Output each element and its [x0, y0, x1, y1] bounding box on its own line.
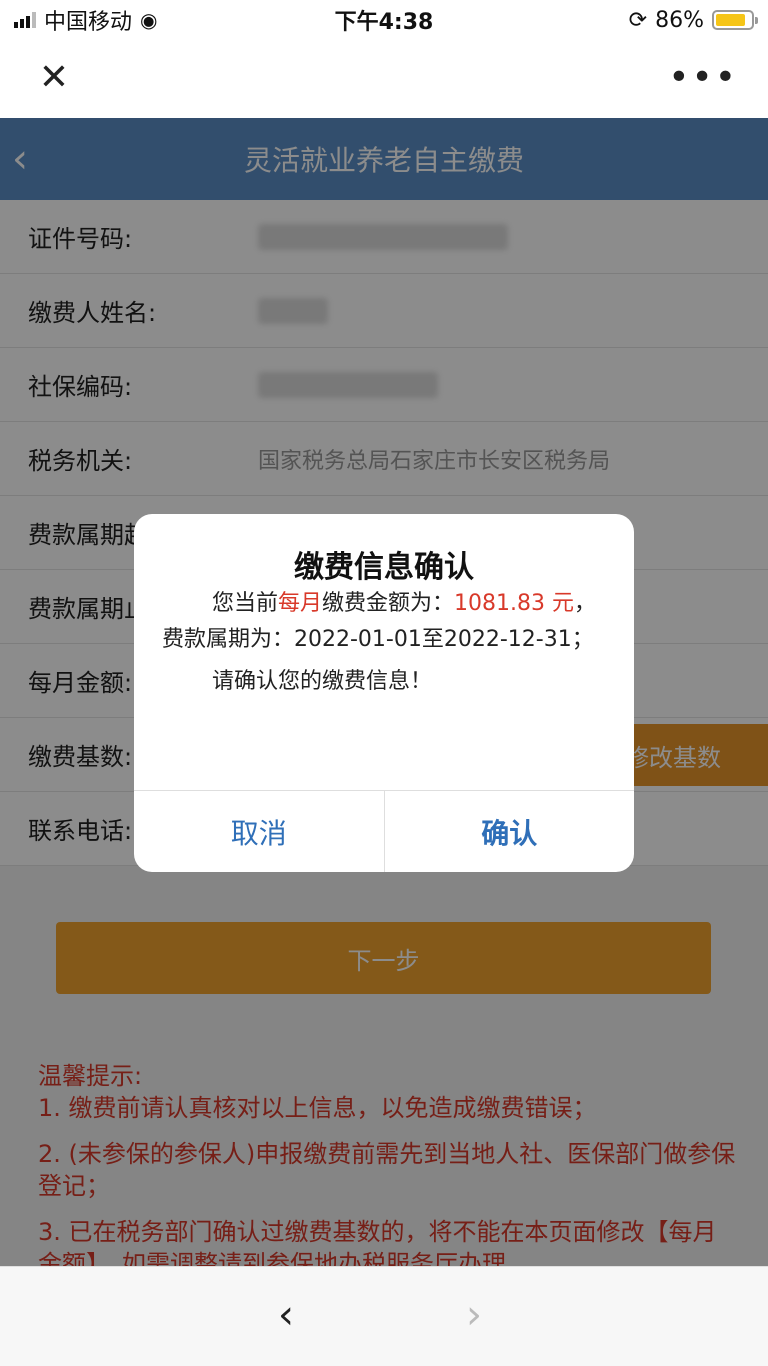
dialog-title: 缴费信息确认	[294, 550, 474, 585]
confirm-dialog: 缴费信息确认 您当前每月缴费金额为：1081.83 元，费款属期为：2022-0…	[134, 514, 634, 872]
signal-icon	[14, 12, 36, 28]
chevron-left-icon[interactable]: ‹	[278, 1295, 294, 1335]
webview-toolbar: ✕ •••	[0, 40, 768, 118]
carrier-name: 中国移动	[44, 10, 133, 35]
status-bar: 中国移动 ◉ 下午4:38 ⟳ 86%	[0, 0, 768, 40]
dialog-body: 您当前每月缴费金额为：1081.83 元，费款属期为：2022-01-01至20…	[162, 586, 610, 700]
battery-percent: 86%	[655, 7, 704, 33]
rotation-lock-icon: ⟳	[628, 7, 648, 33]
chevron-right-icon[interactable]: ›	[466, 1295, 482, 1335]
dialog-message: 您当前每月缴费金额为：1081.83 元，费款属期为：2022-01-01至20…	[162, 586, 610, 658]
battery-icon	[712, 10, 758, 30]
dialog-confirm-text: 请确认您的缴费信息！	[212, 669, 433, 694]
dialog-text-prefix: 您当前	[212, 591, 279, 616]
more-icon[interactable]: •••	[668, 58, 738, 98]
dialog-amount-unit: 元	[552, 591, 575, 616]
wifi-icon: ◉	[140, 8, 158, 32]
confirm-button[interactable]: 确认	[383, 791, 635, 872]
dialog-highlight: 每月	[278, 591, 323, 616]
close-icon[interactable]: ✕	[34, 58, 74, 98]
dialog-text-middle: 缴费金额为：	[322, 591, 455, 616]
cancel-button[interactable]: 取消	[134, 791, 384, 872]
dialog-actions: 取消 确认	[134, 790, 634, 872]
dialog-amount: 1081.83	[454, 591, 546, 616]
status-left: 中国移动 ◉	[14, 4, 157, 36]
status-right: ⟳ 86%	[628, 7, 758, 33]
bottom-toolbar: ‹ ›	[0, 1266, 768, 1366]
